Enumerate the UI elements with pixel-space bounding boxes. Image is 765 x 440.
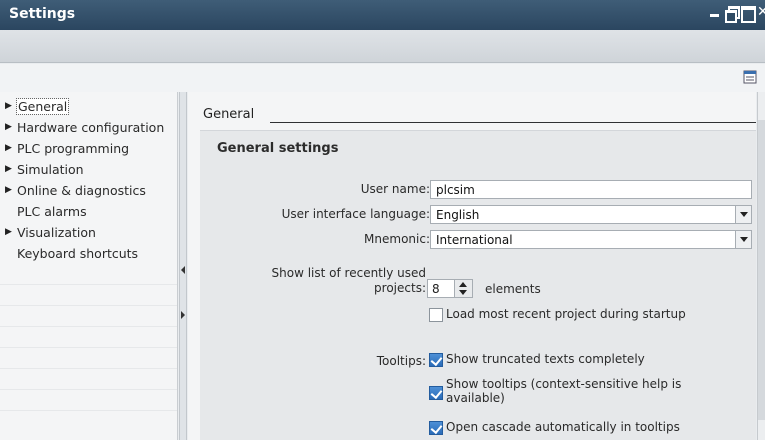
window-controls: ✕ bbox=[709, 6, 765, 23]
restore-icon[interactable] bbox=[725, 6, 740, 23]
show-tooltips-label: Show tooltips (context-sensitive help is… bbox=[446, 377, 681, 405]
mnemonic-select[interactable]: International bbox=[430, 230, 752, 249]
close-icon[interactable]: ✕ bbox=[757, 6, 765, 18]
ui-language-label: User interface language: bbox=[281, 207, 430, 221]
minimize-icon[interactable] bbox=[709, 6, 720, 18]
sidebar-item-label: Simulation bbox=[17, 161, 84, 177]
expand-arrow-icon[interactable]: ▶ bbox=[0, 185, 17, 195]
sidebar-item-keyboard-shortcuts[interactable]: Keyboard shortcuts bbox=[0, 243, 177, 264]
toolbar bbox=[0, 30, 765, 63]
stepper-arrows-icon[interactable] bbox=[454, 280, 472, 297]
sidebar-item-label: Hardware configuration bbox=[17, 119, 165, 135]
recent-projects-label: Show list of recently used bbox=[271, 266, 426, 280]
expand-arrow-icon[interactable]: ▶ bbox=[0, 143, 17, 153]
title-bar: Settings ✕ bbox=[0, 0, 765, 30]
load-recent-project-checkbox[interactable]: Load most recent project during startup bbox=[429, 307, 686, 322]
dropdown-arrow-icon[interactable] bbox=[735, 206, 751, 223]
general-settings-panel: General settings User name: plcsim User … bbox=[200, 130, 756, 440]
sidebar-item-hardware-configuration[interactable]: ▶ Hardware configuration bbox=[0, 117, 177, 138]
sidebar-empty-rows bbox=[0, 264, 177, 411]
open-cascade-label: Open cascade automatically in tooltips bbox=[446, 420, 680, 434]
mnemonic-value: International bbox=[436, 233, 513, 247]
sidebar-item-label: Keyboard shortcuts bbox=[17, 245, 139, 261]
show-tooltips-checkbox[interactable]: Show tooltips (context-sensitive help is… bbox=[429, 377, 681, 405]
sidebar-item-plc-alarms[interactable]: PLC alarms bbox=[0, 201, 177, 222]
checkbox-checked-icon[interactable] bbox=[429, 421, 443, 435]
user-name-label: User name: bbox=[360, 182, 430, 196]
show-truncated-texts-checkbox[interactable]: Show truncated texts completely bbox=[429, 352, 645, 367]
expand-arrow-icon[interactable]: ▶ bbox=[0, 122, 17, 132]
sidebar-item-label: PLC alarms bbox=[17, 203, 87, 219]
window-title: Settings bbox=[9, 6, 76, 22]
expand-arrow-icon[interactable]: ▶ bbox=[0, 227, 17, 237]
recent-projects-unit: elements bbox=[485, 282, 541, 296]
sidebar-item-online-diagnostics[interactable]: ▶ Online & diagnostics bbox=[0, 180, 177, 201]
open-cascade-checkbox[interactable]: Open cascade automatically in tooltips bbox=[429, 420, 680, 435]
expand-right-icon[interactable] bbox=[181, 311, 185, 319]
recent-projects-label-line2: projects: bbox=[374, 281, 426, 295]
sidebar-item-general[interactable]: ▶ General bbox=[0, 96, 177, 117]
user-name-input[interactable]: plcsim bbox=[430, 180, 752, 199]
load-recent-project-label: Load most recent project during startup bbox=[446, 307, 686, 321]
sidebar-item-label: PLC programming bbox=[17, 140, 130, 156]
section-divider bbox=[270, 122, 756, 123]
vertical-scrollbar[interactable] bbox=[757, 92, 765, 440]
show-tooltips-label-line2: available) bbox=[446, 391, 505, 405]
pane-splitter[interactable] bbox=[179, 92, 187, 440]
sidebar-item-plc-programming[interactable]: ▶ PLC programming bbox=[0, 138, 177, 159]
section-header: General bbox=[203, 107, 255, 122]
sidebar-item-simulation[interactable]: ▶ Simulation bbox=[0, 159, 177, 180]
expand-arrow-icon[interactable]: ▶ bbox=[0, 164, 17, 174]
show-truncated-texts-label: Show truncated texts completely bbox=[446, 352, 645, 366]
collapse-left-icon[interactable] bbox=[181, 266, 185, 274]
panel-title: General settings bbox=[217, 141, 339, 156]
checkbox-checked-icon[interactable] bbox=[429, 386, 443, 400]
scrollbar-thumb[interactable] bbox=[758, 120, 765, 420]
checkbox-checked-icon[interactable] bbox=[429, 353, 443, 367]
expand-arrow-icon[interactable]: ▶ bbox=[0, 101, 17, 111]
checkbox-icon[interactable] bbox=[429, 308, 443, 322]
maximize-icon[interactable] bbox=[741, 6, 756, 23]
recent-projects-value: 8 bbox=[432, 282, 440, 296]
sidebar-item-label: Visualization bbox=[17, 224, 96, 240]
top-strip bbox=[0, 64, 765, 92]
tooltips-label: Tooltips: bbox=[376, 354, 426, 368]
show-tooltips-label-line1: Show tooltips (context-sensitive help is bbox=[446, 377, 682, 391]
sidebar-item-visualization[interactable]: ▶ Visualization bbox=[0, 222, 177, 243]
ui-language-select[interactable]: English bbox=[430, 205, 752, 224]
sidebar-item-label: General bbox=[15, 97, 70, 115]
sidebar-item-label: Online & diagnostics bbox=[17, 182, 146, 198]
dropdown-arrow-icon[interactable] bbox=[735, 231, 751, 248]
recent-projects-stepper[interactable]: 8 bbox=[427, 279, 473, 298]
settings-navigation: ▶ General ▶ Hardware configuration ▶ PLC… bbox=[0, 92, 178, 440]
mnemonic-label: Mnemonic: bbox=[364, 232, 430, 246]
ui-language-value: English bbox=[436, 208, 480, 222]
pane-layout-icon[interactable] bbox=[743, 70, 757, 84]
settings-content: General General settings User name: plcs… bbox=[188, 92, 756, 440]
